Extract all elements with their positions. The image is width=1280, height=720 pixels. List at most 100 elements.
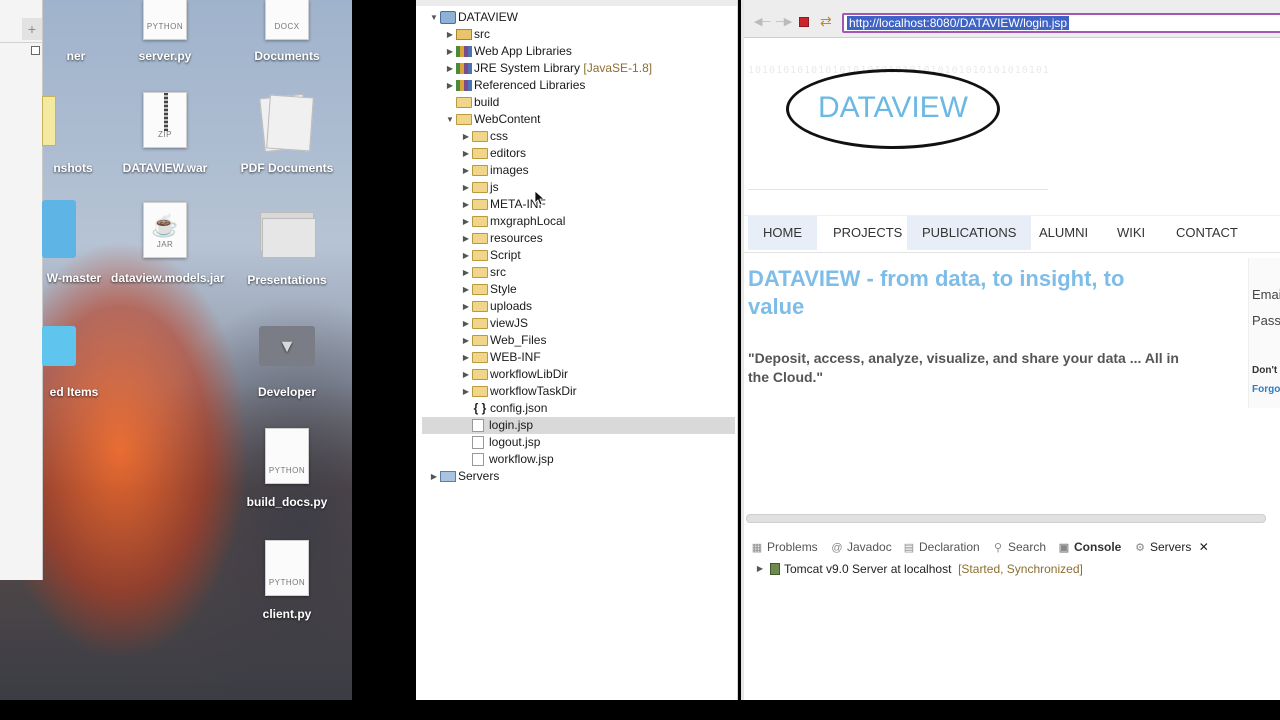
tab-declaration[interactable]: ▤ Declaration	[902, 536, 980, 558]
tree-item-referenced-libraries[interactable]: ▶ Referenced Libraries	[444, 77, 585, 94]
expanded-arrow-icon[interactable]: ▼	[428, 9, 440, 26]
tree-item-dataview[interactable]: ▼ DATAVIEW	[428, 9, 518, 26]
collapsed-arrow-icon[interactable]: ▶	[460, 349, 472, 366]
tab-servers[interactable]: ⚙ Servers ✕	[1133, 536, 1209, 558]
folder-icon	[472, 165, 488, 176]
tree-item-meta-inf[interactable]: ▶ META-INF	[460, 196, 546, 213]
nav-home[interactable]: HOME	[748, 216, 817, 250]
nav-alumni[interactable]: ALUMNI	[1024, 216, 1103, 250]
tree-item-script[interactable]: ▶ Script	[460, 247, 521, 264]
desktop-item-server-py[interactable]: PYTHON server.py	[105, 0, 225, 64]
tree-item-build[interactable]: build	[444, 94, 499, 111]
tree-item-viewjs[interactable]: ▶ viewJS	[460, 315, 528, 332]
tree-item-resources[interactable]: ▶ resources	[460, 230, 543, 247]
collapsed-arrow-icon[interactable]: ▶	[460, 145, 472, 162]
desktop-item-developer[interactable]: ▼ Developer	[227, 326, 347, 400]
server-row[interactable]: ▶ Tomcat v9.0 Server at localhost [Starte…	[754, 560, 1083, 578]
collapsed-arrow-icon[interactable]: ▶	[460, 264, 472, 281]
desktop-item-presentations[interactable]: Presentations	[227, 208, 347, 288]
forward-icon[interactable]: ─▶	[776, 15, 792, 28]
tree-item-login-jsp[interactable]: login.jsp	[422, 417, 735, 434]
desktop-item-screenshots[interactable]: nshots	[0, 96, 106, 176]
expanded-arrow-icon[interactable]: ▼	[444, 111, 456, 128]
collapsed-arrow-icon[interactable]: ▶	[460, 366, 472, 383]
tree-item-servers[interactable]: ▶ Servers	[428, 468, 499, 485]
collapsed-arrow-icon[interactable]: ▶	[460, 298, 472, 315]
back-icon[interactable]: ◀─	[754, 15, 770, 28]
tree-item-workflow-jsp[interactable]: workflow.jsp	[460, 451, 554, 468]
tree-item-label: Style	[490, 282, 517, 296]
collapsed-arrow-icon[interactable]: ▶	[460, 332, 472, 349]
tree-item-label: resources	[490, 231, 543, 245]
tree-item-mxgraphlocal[interactable]: ▶ mxgraphLocal	[460, 213, 565, 230]
tree-item-workflowlibdir[interactable]: ▶ workflowLibDir	[460, 366, 568, 383]
docx-file-icon: DOCX	[265, 0, 309, 40]
nav-projects[interactable]: PROJECTS	[818, 216, 917, 250]
collapsed-arrow-icon[interactable]: ▶	[444, 43, 456, 60]
nav-publications[interactable]: PUBLICATIONS	[907, 216, 1032, 250]
tree-item-editors[interactable]: ▶ editors	[460, 145, 526, 162]
collapsed-arrow-icon[interactable]: ▶	[444, 26, 456, 43]
collapsed-arrow-icon[interactable]: ▶	[460, 162, 472, 179]
collapsed-arrow-icon[interactable]: ▶	[444, 60, 456, 77]
tab-search[interactable]: ⚲ Search	[991, 536, 1046, 558]
tree-item-logout-jsp[interactable]: logout.jsp	[460, 434, 540, 451]
collapsed-arrow-icon[interactable]: ▶	[460, 315, 472, 332]
tree-item-config-json[interactable]: { } config.json	[460, 400, 548, 417]
tree-item-style[interactable]: ▶ Style	[460, 281, 517, 298]
url-field[interactable]: http://localhost:8080/DATAVIEW/login.jsp	[842, 13, 1280, 33]
collapsed-arrow-icon[interactable]: ▶	[428, 468, 440, 485]
collapsed-arrow-icon[interactable]: ▶	[460, 281, 472, 298]
desktop-item-dataview-war[interactable]: ZIP DATAVIEW.war	[105, 92, 225, 176]
tree-item-webcontent[interactable]: ▼ WebContent	[444, 111, 540, 128]
add-button[interactable]: +	[22, 18, 42, 40]
tab-console[interactable]: ▣ Console	[1057, 536, 1122, 558]
desktop-item-w-master[interactable]: W-master	[0, 200, 106, 286]
tab-label: Javadoc	[847, 540, 892, 554]
desktop-item-build-docs-py[interactable]: PYTHON build_docs.py	[227, 428, 347, 510]
desktop-item-pdf-documents[interactable]: PDF Documents	[227, 93, 347, 176]
tree-item-label: JRE System Library	[474, 61, 581, 75]
tree-item-web-files[interactable]: ▶ Web_Files	[460, 332, 547, 349]
tab-javadoc[interactable]: @ Javadoc	[830, 536, 892, 558]
collapsed-arrow-icon[interactable]: ▶	[460, 383, 472, 400]
stop-button[interactable]	[799, 17, 809, 27]
jsp-file-icon	[472, 436, 484, 449]
collapsed-arrow-icon[interactable]: ▶	[444, 77, 456, 94]
desktop-item[interactable]: ner	[0, 48, 106, 64]
collapsed-arrow-icon[interactable]: ▶	[460, 247, 472, 264]
folder-icon	[42, 200, 76, 258]
file-type-tag: DOCX	[274, 22, 300, 31]
desktop-item-deleted-items[interactable]: ed Items	[0, 326, 106, 400]
tree-item-css[interactable]: ▶ css	[460, 128, 508, 145]
tree-item-jre-system-library[interactable]: ▶ JRE System Library [JavaSE-1.8]	[444, 60, 652, 77]
collapsed-arrow-icon[interactable]: ▶	[460, 196, 472, 213]
forgot-password-link[interactable]: Forgo	[1252, 384, 1280, 395]
refresh-icon[interactable]: ⇄	[820, 13, 832, 30]
source-folder-icon	[456, 29, 472, 40]
close-icon[interactable]: ✕	[1199, 540, 1209, 554]
tree-item-uploads[interactable]: ▶ uploads	[460, 298, 532, 315]
folder-icon	[472, 301, 488, 312]
nav-contact[interactable]: CONTACT	[1161, 216, 1253, 250]
desktop-item-dataview-models-jar[interactable]: JAR dataview.models.jar	[105, 202, 225, 286]
tree-item-workflowtaskdir[interactable]: ▶ workflowTaskDir	[460, 383, 577, 400]
collapsed-arrow-icon[interactable]: ▶	[460, 128, 472, 145]
tree-item-web-inf[interactable]: ▶ WEB-INF	[460, 349, 541, 366]
desktop-item-documents[interactable]: DOCX Documents	[227, 0, 347, 64]
collapsed-arrow-icon[interactable]: ▶	[460, 213, 472, 230]
tree-item-src-web[interactable]: ▶ src	[460, 264, 506, 281]
desktop-item-client-py[interactable]: PYTHON client.py	[227, 540, 347, 622]
tree-item-src[interactable]: ▶ src	[444, 26, 490, 43]
collapsed-arrow-icon[interactable]: ▶	[460, 179, 472, 196]
nav-wiki[interactable]: WIKI	[1102, 216, 1160, 250]
collapsed-arrow-icon[interactable]: ▶	[460, 230, 472, 247]
folder-icon	[42, 326, 76, 366]
file-type-tag: PYTHON	[146, 22, 184, 31]
tree-item-web-app-libraries[interactable]: ▶ Web App Libraries	[444, 43, 572, 60]
collapsed-arrow-icon[interactable]: ▶	[754, 560, 766, 578]
tree-item-js[interactable]: ▶ js	[460, 179, 499, 196]
tree-item-images[interactable]: ▶ images	[460, 162, 529, 179]
tab-problems[interactable]: ▦ Problems	[750, 536, 818, 558]
horizontal-scrollbar[interactable]	[746, 514, 1266, 523]
